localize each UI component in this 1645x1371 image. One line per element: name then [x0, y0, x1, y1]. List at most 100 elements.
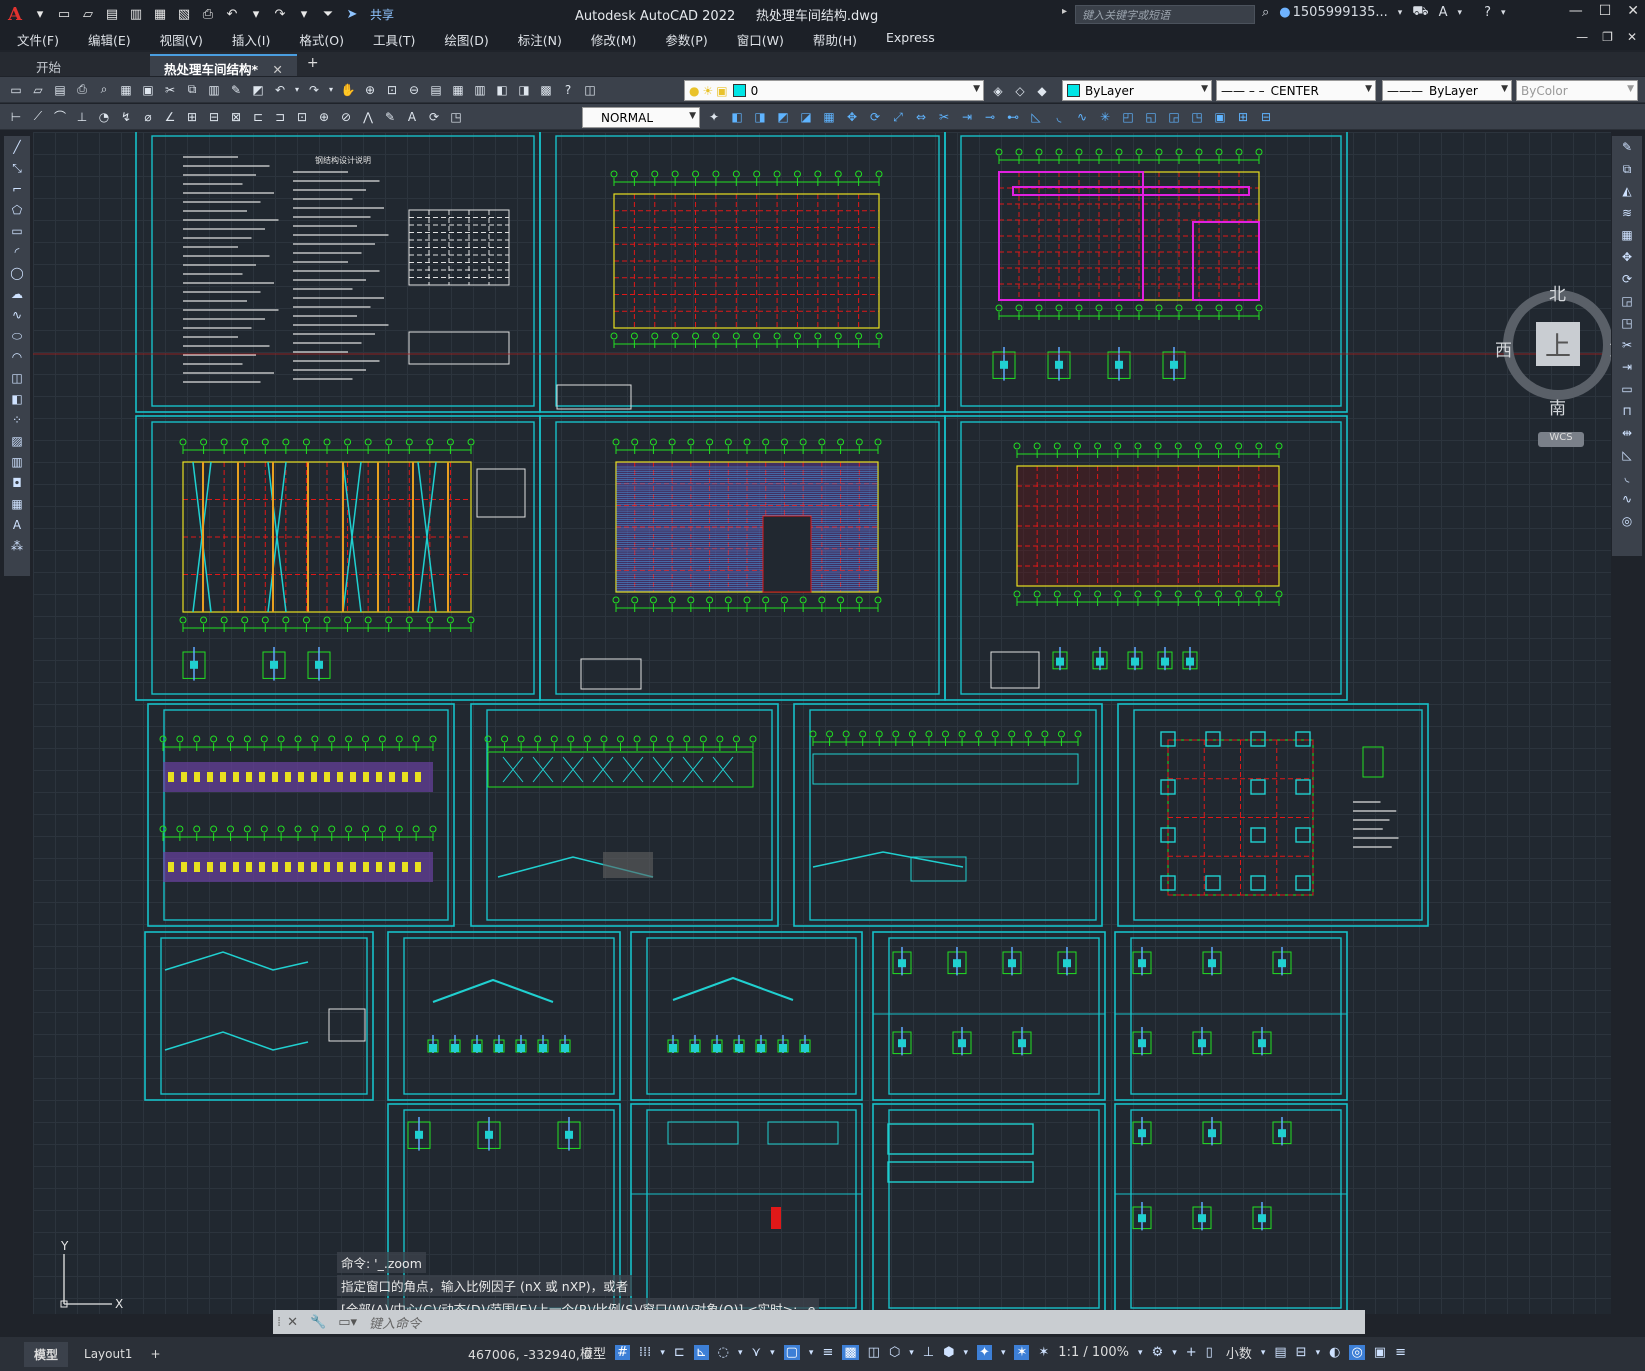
doc-close-icon[interactable]: ✕ — [1627, 30, 1637, 44]
help-tb-icon[interactable]: ? — [558, 80, 578, 100]
viewcube[interactable]: 上 北 南 西 东 WCS — [1495, 282, 1611, 447]
snap-icon[interactable]: ⁞⁞⁞ — [639, 1345, 651, 1360]
save-as-icon[interactable]: ▥ — [126, 4, 146, 24]
preview-icon[interactable]: ⌕ — [94, 80, 114, 100]
dim-jogged-icon[interactable]: ↯ — [116, 107, 136, 127]
undo-dropdown-icon[interactable]: ▾ — [246, 4, 266, 24]
spline-icon[interactable]: ∿ — [7, 308, 27, 325]
draw-order-icon[interactable]: ◰ — [1118, 107, 1138, 127]
tab-drawing[interactable]: 热处理车间结构* ✕ — [150, 54, 297, 77]
layer-previous-icon[interactable]: ◇ — [1010, 81, 1030, 101]
model-space-toggle[interactable]: 模型 — [580, 1343, 606, 1362]
mirror-side-icon[interactable]: ◭ — [1617, 184, 1637, 201]
rectangle-icon[interactable]: ▭ — [7, 224, 27, 241]
recent-commands-icon[interactable]: ▭▾ — [338, 1315, 357, 1330]
autocad-logo-icon[interactable]: A — [4, 3, 26, 25]
menu-parametric[interactable]: 参数(P) — [648, 28, 719, 50]
doc-minimize-icon[interactable]: — — [1576, 30, 1588, 44]
command-input[interactable]: 键入命令 — [369, 1313, 421, 1332]
hatch-icon[interactable]: ▨ — [7, 434, 27, 451]
matchprop-icon[interactable]: ✎ — [226, 80, 246, 100]
compass-west[interactable]: 西 — [1495, 336, 1512, 361]
dimstyle-icon[interactable]: ◳ — [446, 107, 466, 127]
array-side-icon[interactable]: ▦ — [1617, 228, 1637, 245]
join-icon[interactable]: ⊷ — [1003, 107, 1023, 127]
save-icon[interactable]: ▤ — [102, 4, 122, 24]
table-icon[interactable]: ▦ — [7, 497, 27, 514]
lock-ui-icon[interactable]: ⊟ — [1296, 1345, 1307, 1360]
dim-ordinate-icon[interactable]: ⊥ — [72, 107, 92, 127]
copy-side-icon[interactable]: ⧉ — [1617, 162, 1637, 179]
layer-dropdown-icon[interactable]: ▼ — [973, 84, 980, 94]
scale-dropdown-icon[interactable]: ▾ — [1138, 1348, 1143, 1358]
search-expand-icon[interactable]: ▸ — [1062, 6, 1067, 17]
isodraft-dropdown-icon[interactable]: ▾ — [770, 1348, 775, 1358]
lineweight-dropdown-icon[interactable]: ▼ — [1501, 84, 1508, 94]
mirror-icon[interactable]: ◩ — [773, 107, 793, 127]
erase-side-icon[interactable]: ✎ — [1617, 140, 1637, 157]
ortho-icon[interactable]: ⊾ — [693, 1345, 709, 1360]
open-folder-icon[interactable]: ▱ — [78, 4, 98, 24]
close-icon[interactable]: ✕ — [1627, 3, 1639, 19]
maximize-icon[interactable]: ☐ — [1599, 3, 1612, 19]
break-side-icon[interactable]: ⊓ — [1617, 404, 1637, 421]
trim-side-icon[interactable]: ✂ — [1617, 338, 1637, 355]
isolate-icon[interactable]: ◐ — [1329, 1345, 1340, 1360]
make-block-icon[interactable]: ▣ — [1210, 107, 1230, 127]
rotate-icon[interactable]: ⟳ — [865, 107, 885, 127]
tool-palettes-icon[interactable]: ▥ — [470, 80, 490, 100]
gizmo-dropdown-icon[interactable]: ▾ — [1001, 1348, 1006, 1358]
3dosnap-icon[interactable]: ⬡ — [889, 1345, 900, 1360]
lineweight-combo[interactable]: ——— ByLayer ▼ — [1382, 80, 1512, 101]
compass-east[interactable]: 东 — [1609, 336, 1611, 361]
stretch-icon[interactable]: ⇔ — [911, 107, 931, 127]
autodesk-app-icon[interactable]: A — [1439, 5, 1448, 20]
dim-arc-icon[interactable]: ⌒ — [50, 107, 70, 127]
selection-cycling-icon[interactable]: ◫ — [868, 1345, 880, 1360]
dimedit-icon[interactable]: ✎ — [380, 107, 400, 127]
cart-icon[interactable]: ⛟ — [1412, 4, 1428, 21]
auto-scale-icon[interactable]: ✶ — [1038, 1345, 1049, 1360]
dimstyle-dropdown-icon[interactable]: ▼ — [689, 111, 696, 121]
osnap-icon[interactable]: ▢ — [783, 1345, 800, 1360]
extend-side-icon[interactable]: ⇥ — [1617, 360, 1637, 377]
break-icon[interactable]: ⊸ — [980, 107, 1000, 127]
fillet-side-icon[interactable]: ◟ — [1617, 470, 1637, 487]
layer-props-icon[interactable]: ◫ — [580, 80, 600, 100]
offset-icon[interactable]: ◪ — [796, 107, 816, 127]
paste-icon[interactable]: ▥ — [204, 80, 224, 100]
open-web-icon[interactable]: ▦ — [150, 4, 170, 24]
tab-layout1[interactable]: Layout1 — [74, 1343, 142, 1365]
move-icon[interactable]: ✥ — [842, 107, 862, 127]
grip-icon[interactable]: ⁞ — [277, 1315, 281, 1330]
selection-filter-dropdown-icon[interactable]: ▾ — [964, 1348, 969, 1358]
jogged-linear-icon[interactable]: ⋀ — [358, 107, 378, 127]
group-icon[interactable]: ◱ — [1141, 107, 1161, 127]
minimize-icon[interactable]: — — [1569, 3, 1583, 19]
mtext-icon[interactable]: A — [7, 518, 27, 535]
explode-icon[interactable]: ✳ — [1095, 107, 1115, 127]
ellipse-arc-icon[interactable]: ◠ — [7, 350, 27, 367]
drawing-canvas[interactable]: 钢结构设计说明 上 北 南 西 东 WCS — [33, 132, 1611, 1314]
menu-express[interactable]: Express — [869, 28, 947, 50]
calculator-icon[interactable]: ▩ — [536, 80, 556, 100]
dim-update-icon[interactable]: ⟳ — [424, 107, 444, 127]
share-button[interactable]: 共享 — [370, 6, 394, 23]
menu-format[interactable]: 格式(O) — [282, 28, 356, 50]
workspace-dropdown-icon[interactable]: ▾ — [1172, 1348, 1177, 1358]
copy-icon[interactable]: ⧉ — [182, 80, 202, 100]
qdim-icon[interactable]: ⊞ — [182, 107, 202, 127]
plotstyle-dropdown-icon[interactable]: ▼ — [1627, 84, 1634, 94]
rotate-side-icon[interactable]: ⟳ — [1617, 272, 1637, 289]
tab-model[interactable]: 模型 — [24, 1341, 69, 1367]
center-mark-icon[interactable]: ⊕ — [314, 107, 334, 127]
customize-status-icon[interactable]: ≡ — [1395, 1345, 1406, 1360]
dim-break-icon[interactable]: ⊐ — [270, 107, 290, 127]
hardware-accel-icon[interactable]: ◎ — [1349, 1345, 1365, 1360]
construction-line-icon[interactable]: ⤡ — [7, 161, 27, 178]
compass-south[interactable]: 南 — [1549, 394, 1566, 419]
sheet-set-icon[interactable]: ◧ — [492, 80, 512, 100]
tab-close-icon[interactable]: ✕ — [272, 62, 282, 77]
dim-aligned-icon[interactable]: ⟋ — [28, 107, 48, 127]
quick-props-icon[interactable]: ▤ — [1274, 1345, 1286, 1360]
